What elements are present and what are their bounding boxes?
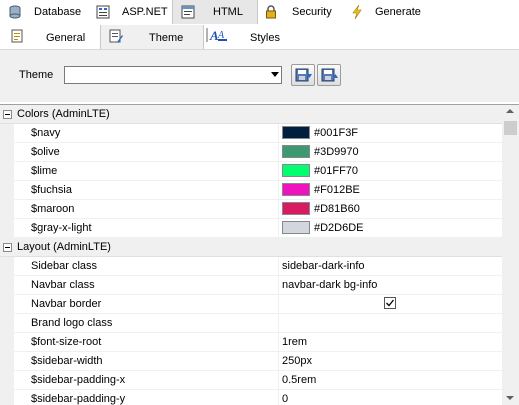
tab-generate-label: Generate <box>375 6 421 18</box>
color-swatch <box>282 164 310 177</box>
tab-styles-label: Styles <box>250 32 280 44</box>
tab-general[interactable]: General <box>0 25 100 49</box>
property-value: #F012BE <box>314 184 360 196</box>
tab-security-label: Security <box>292 6 332 18</box>
property-name: $sidebar-width <box>31 355 103 367</box>
property-name: $lime <box>31 165 58 177</box>
property-row[interactable]: $olive #3D9970 <box>0 143 502 162</box>
category-layout[interactable]: Layout (AdminLTE) <box>0 238 502 257</box>
tab-generate[interactable]: Generate <box>344 0 434 24</box>
scroll-thumb[interactable] <box>504 121 517 135</box>
color-swatch <box>282 145 310 158</box>
property-name: $maroon <box>31 203 75 215</box>
property-row[interactable]: Sidebar class sidebar-dark-info <box>0 257 502 276</box>
load-theme-icon <box>295 68 312 82</box>
property-name: Navbar class <box>31 279 95 291</box>
property-name: $font-size-root <box>31 336 102 348</box>
svg-text:A: A <box>217 30 225 41</box>
tab-html-label: HTML <box>213 6 243 18</box>
property-name: $gray-x-light <box>31 222 92 234</box>
property-row[interactable]: $lime #01FF70 <box>0 162 502 181</box>
tab-styles[interactable]: AA Styles <box>204 25 304 49</box>
property-row[interactable]: $sidebar-padding-x 0.5rem <box>0 371 502 390</box>
chevron-down-icon <box>271 72 279 77</box>
save-theme-button[interactable] <box>317 64 341 86</box>
property-value[interactable]: 250px <box>282 355 312 367</box>
property-value[interactable]: 1rem <box>282 336 307 348</box>
color-swatch <box>282 221 310 234</box>
styles-icon: AA <box>206 28 228 43</box>
database-icon <box>8 5 22 19</box>
color-swatch <box>282 202 310 215</box>
theme-dropdown[interactable] <box>64 66 282 84</box>
navbar-border-checkbox[interactable] <box>384 297 396 309</box>
lock-icon <box>264 5 278 19</box>
tab-database-label: Database <box>34 6 82 18</box>
theme-label: Theme <box>19 69 54 81</box>
property-name: $sidebar-padding-x <box>31 374 126 386</box>
property-name: Navbar border <box>31 298 102 310</box>
aspnet-icon <box>96 5 110 19</box>
scroll-up-icon[interactable] <box>506 109 514 113</box>
property-row[interactable]: $sidebar-width 250px <box>0 352 502 371</box>
property-row[interactable]: $gray-x-light #D2D6DE <box>0 219 502 238</box>
category-title: Layout (AdminLTE) <box>17 241 111 253</box>
tab-html[interactable]: HTML <box>172 0 258 24</box>
property-value[interactable]: sidebar-dark-info <box>282 260 365 272</box>
save-theme-icon <box>321 68 338 82</box>
color-swatch <box>282 183 310 196</box>
property-row[interactable]: Brand logo class <box>0 314 502 333</box>
vertical-scrollbar[interactable] <box>502 105 519 405</box>
sub-tab-bar: General Theme AA Styles <box>0 25 519 50</box>
property-value[interactable]: 0 <box>282 393 288 405</box>
tab-aspnet[interactable]: ASP.NET <box>88 0 172 24</box>
html-icon <box>181 5 195 19</box>
property-value: #D81B60 <box>314 203 360 215</box>
tab-database[interactable]: Database <box>0 0 88 24</box>
property-name: $navy <box>31 127 61 139</box>
property-name: Brand logo class <box>31 317 113 329</box>
property-value: #001F3F <box>314 127 359 139</box>
property-row[interactable]: Navbar border <box>0 295 502 314</box>
property-row[interactable]: $fuchsia #F012BE <box>0 181 502 200</box>
tab-aspnet-label: ASP.NET <box>122 6 168 18</box>
color-swatch <box>282 126 310 139</box>
tab-theme-label: Theme <box>149 32 184 44</box>
main-tab-bar: Database ASP.NET HTML Security Generate <box>0 0 519 24</box>
collapse-icon[interactable] <box>3 243 12 252</box>
tab-theme[interactable]: Theme <box>100 25 204 49</box>
category-colors[interactable]: Colors (AdminLTE) <box>0 105 502 124</box>
tab-security[interactable]: Security <box>258 0 344 24</box>
property-value[interactable]: 0.5rem <box>282 374 316 386</box>
collapse-icon[interactable] <box>3 110 12 119</box>
property-value: #01FF70 <box>314 165 359 177</box>
load-theme-button[interactable] <box>291 64 315 86</box>
document-icon <box>10 29 24 43</box>
paint-icon <box>109 29 123 43</box>
property-name: $olive <box>31 146 60 158</box>
lightning-icon <box>350 4 364 20</box>
property-value: #D2D6DE <box>314 222 364 234</box>
tab-general-label: General <box>46 32 86 44</box>
property-value[interactable]: navbar-dark bg-info <box>282 279 377 291</box>
property-row[interactable]: $sidebar-padding-y 0 <box>0 390 502 405</box>
property-name: $sidebar-padding-y <box>31 393 126 405</box>
checkmark-icon <box>386 299 395 307</box>
property-grid: Colors (AdminLTE) $navy #001F3F $olive #… <box>0 104 519 405</box>
theme-bar: Theme <box>0 50 519 102</box>
scroll-down-icon[interactable] <box>506 396 514 400</box>
property-name: $fuchsia <box>31 184 72 196</box>
property-row[interactable]: $navy #001F3F <box>0 124 502 143</box>
property-value: #3D9970 <box>314 146 359 158</box>
property-row[interactable]: $maroon #D81B60 <box>0 200 502 219</box>
property-row[interactable]: Navbar class navbar-dark bg-info <box>0 276 502 295</box>
property-row[interactable]: $font-size-root 1rem <box>0 333 502 352</box>
property-name: Sidebar class <box>31 260 98 272</box>
category-title: Colors (AdminLTE) <box>17 108 110 120</box>
